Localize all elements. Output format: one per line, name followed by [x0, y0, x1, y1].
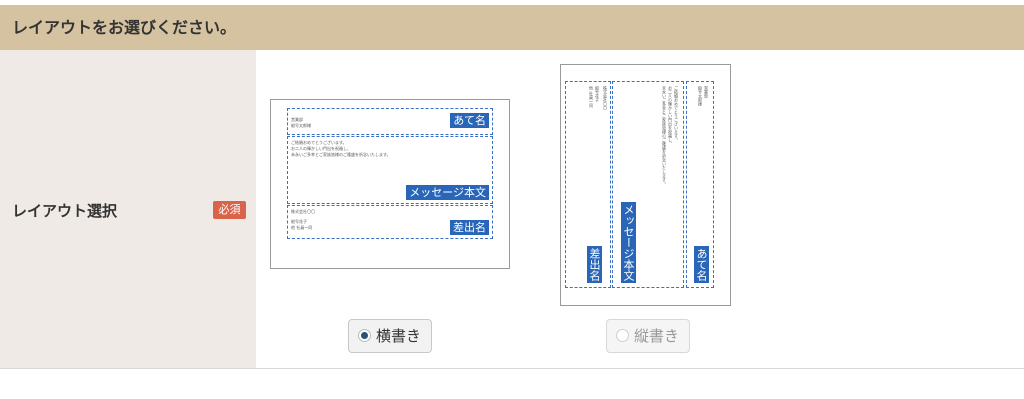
horizontal-radio-label: 横書き [376, 327, 422, 345]
from-tag: 差出名 [587, 246, 602, 283]
section-header: レイアウトをお選びください。 [0, 5, 1024, 50]
radio-checked-icon[interactable] [358, 329, 371, 342]
message-line: ご結婚おめでとうございます。 [674, 86, 679, 142]
vertical-radio-button[interactable]: 縦書き [606, 319, 690, 353]
to-area: 営業部 縦号太郎様 あて名 [686, 81, 714, 288]
message-line: お二人の輝かしい門出を祝福し、 [291, 146, 351, 151]
required-badge: 必須 [213, 201, 246, 219]
message-area: ご結婚おめでとうございます。 お二人の輝かしい門出を祝福し、 未永いご多幸とご家… [612, 81, 684, 288]
row-label-cell: レイアウト選択 必須 [0, 50, 256, 368]
from-line: 他 社員一同 [589, 86, 594, 108]
vertical-layout-preview[interactable]: 株式会社〇〇 縦号花子 他 社員一同 差出名 ご結婚おめでとうございます。 お二… [560, 64, 731, 306]
layout-row: レイアウト選択 必須 [0, 50, 1024, 368]
from-area: 株式会社〇〇 縦号花子 他 社員一同 差出名 [287, 205, 493, 239]
message-line: お二人の輝かしい門出を祝福し、 [668, 86, 673, 146]
from-area: 株式会社〇〇 縦号花子 他 社員一同 差出名 [565, 81, 611, 288]
horizontal-layout-preview[interactable]: 営業部 縦号太郎様 あて名 ご結婚おめでとうございます。 お二人の輝かしい門出を… [270, 99, 510, 269]
message-line: 未永いご多幸とご家族皆様のご隆盛を祈念いたします。 [291, 152, 391, 157]
message-tag: メッセージ本文 [621, 202, 636, 283]
row-label: レイアウト選択 [12, 202, 118, 220]
from-line: 他 社員一同 [291, 225, 313, 230]
vertical-radio-label: 縦書き [634, 327, 680, 345]
from-line: 株式会社〇〇 [291, 209, 315, 214]
from-line: 縦号花子 [291, 219, 307, 224]
to-line: 営業部 [291, 117, 303, 122]
to-line: 縦号太郎様 [291, 123, 311, 128]
to-line: 営業部 [704, 86, 709, 98]
from-line: 株式会社〇〇 [603, 86, 608, 110]
to-line: 縦号太郎様 [698, 86, 703, 106]
message-area: ご結婚おめでとうございます。 お二人の輝かしい門出を祝福し、 未永いご多幸とご家… [287, 136, 493, 204]
radio-unchecked-icon[interactable] [616, 329, 629, 342]
to-tag: あて名 [694, 246, 709, 283]
to-area: 営業部 縦号太郎様 あて名 [287, 108, 493, 135]
horizontal-radio-button[interactable]: 横書き [348, 319, 432, 353]
to-tag: あて名 [450, 113, 489, 128]
from-tag: 差出名 [450, 220, 489, 235]
bottom-divider [0, 368, 1024, 369]
section-title: レイアウトをお選びください。 [12, 18, 237, 37]
message-line: 未永いご多幸とご家族皆様のご隆盛を祈念いたします。 [662, 86, 667, 186]
message-line: ご結婚おめでとうございます。 [291, 140, 347, 145]
from-line: 縦号花子 [595, 86, 600, 102]
message-tag: メッセージ本文 [406, 185, 489, 200]
